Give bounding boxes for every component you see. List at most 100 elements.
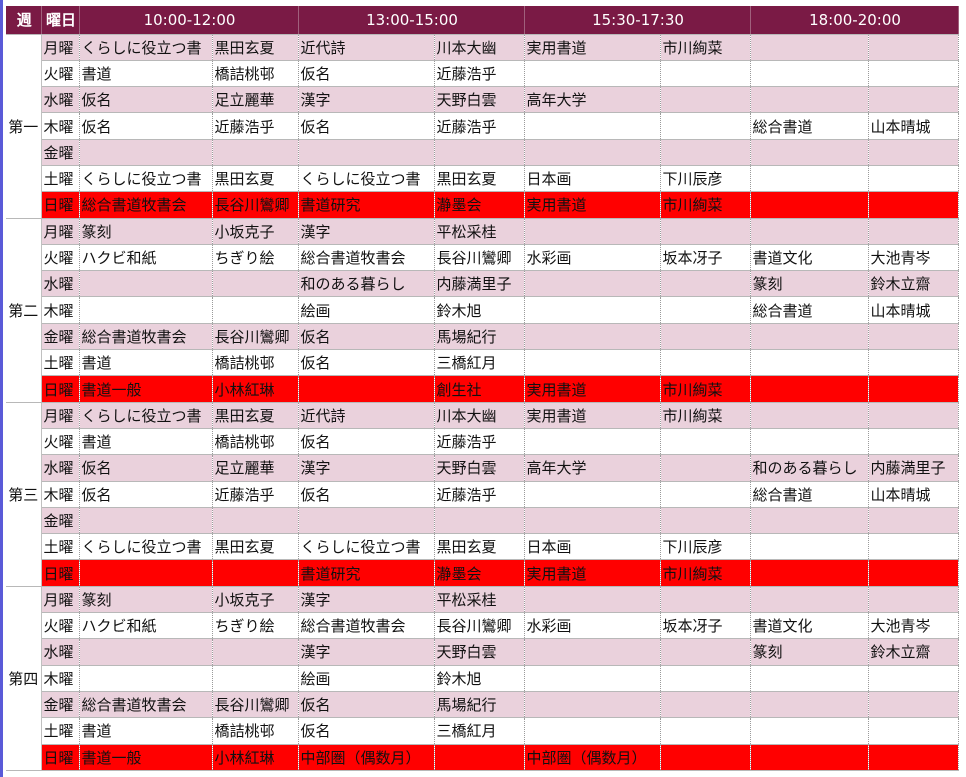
class-cell[interactable] — [750, 60, 869, 88]
class-cell[interactable] — [524, 481, 661, 508]
class-cell[interactable]: くらしに役立つ書 — [79, 402, 213, 429]
teacher-cell[interactable]: 近藤浩乎 — [434, 112, 525, 140]
day-cell[interactable]: 日曜 — [41, 559, 80, 587]
class-cell[interactable]: 書道一般 — [79, 375, 213, 403]
teacher-cell[interactable]: 近藤浩乎 — [434, 60, 525, 88]
teacher-cell[interactable] — [434, 744, 525, 771]
class-cell[interactable]: 書道 — [79, 60, 213, 88]
teacher-cell[interactable]: 平松采桂 — [434, 218, 525, 245]
teacher-cell[interactable] — [868, 665, 959, 692]
class-cell[interactable]: 漢字 — [298, 586, 435, 614]
day-cell[interactable]: 木曜 — [41, 665, 80, 692]
teacher-cell[interactable]: 市川絢菜 — [660, 402, 751, 429]
class-cell[interactable] — [298, 507, 435, 535]
class-cell[interactable] — [750, 375, 869, 403]
class-cell[interactable]: くらしに役立つ書 — [298, 165, 435, 193]
teacher-cell[interactable] — [212, 296, 299, 324]
teacher-cell[interactable]: 川本大幽 — [434, 34, 525, 61]
teacher-cell[interactable]: 橋詰桃邨 — [212, 349, 299, 377]
class-cell[interactable]: 総合書道牧書会 — [298, 244, 435, 272]
class-cell[interactable] — [750, 533, 869, 561]
class-cell[interactable]: 総合書道 — [750, 296, 869, 324]
day-cell[interactable]: 土曜 — [41, 165, 80, 193]
teacher-cell[interactable] — [660, 717, 751, 745]
teacher-cell[interactable] — [660, 665, 751, 692]
class-cell[interactable] — [750, 34, 869, 61]
teacher-cell[interactable]: 川本大幽 — [434, 402, 525, 429]
teacher-cell[interactable] — [212, 665, 299, 692]
teacher-cell[interactable]: 黒田玄夏 — [212, 34, 299, 61]
teacher-cell[interactable]: 瀞墨会 — [434, 191, 525, 219]
teacher-cell[interactable] — [868, 402, 959, 429]
class-cell[interactable]: 漢字 — [298, 638, 435, 666]
teacher-cell[interactable] — [868, 86, 959, 114]
teacher-cell[interactable] — [660, 638, 751, 666]
day-cell[interactable]: 日曜 — [41, 744, 80, 771]
class-cell[interactable]: 水彩画 — [524, 244, 661, 272]
teacher-cell[interactable]: 足立麗華 — [212, 86, 299, 114]
teacher-cell[interactable]: 大池青岑 — [868, 612, 959, 640]
teacher-cell[interactable]: 近藤浩乎 — [212, 481, 299, 508]
class-cell[interactable]: 日本画 — [524, 165, 661, 193]
teacher-cell[interactable]: 下川辰彦 — [660, 165, 751, 193]
class-cell[interactable] — [524, 665, 661, 692]
teacher-cell[interactable]: 黒田玄夏 — [434, 533, 525, 561]
teacher-cell[interactable]: 馬場紀行 — [434, 691, 525, 719]
header-slot-2[interactable]: 13:00-15:00 — [298, 6, 525, 35]
teacher-cell[interactable] — [660, 296, 751, 324]
class-cell[interactable]: 篆刻 — [79, 586, 213, 614]
class-cell[interactable]: くらしに役立つ書 — [79, 165, 213, 193]
teacher-cell[interactable]: 小林紅琳 — [212, 744, 299, 771]
teacher-cell[interactable] — [868, 691, 959, 719]
class-cell[interactable] — [750, 665, 869, 692]
class-cell[interactable] — [750, 744, 869, 771]
class-cell[interactable] — [524, 112, 661, 140]
class-cell[interactable]: 実用書道 — [524, 375, 661, 403]
teacher-cell[interactable] — [868, 218, 959, 245]
teacher-cell[interactable]: 長谷川鸞卿 — [434, 612, 525, 640]
class-cell[interactable]: 総合書道 — [750, 112, 869, 140]
header-week[interactable]: 週 — [6, 6, 42, 35]
teacher-cell[interactable] — [868, 507, 959, 535]
class-cell[interactable]: 仮名 — [298, 481, 435, 508]
class-cell[interactable]: 仮名 — [79, 86, 213, 114]
day-cell[interactable]: 水曜 — [41, 454, 80, 482]
week-label[interactable]: 第一 — [6, 34, 42, 219]
class-cell[interactable] — [79, 270, 213, 298]
class-cell[interactable]: 絵画 — [298, 665, 435, 692]
teacher-cell[interactable] — [868, 60, 959, 88]
class-cell[interactable]: 漢字 — [298, 218, 435, 245]
class-cell[interactable]: 高年大学 — [524, 86, 661, 114]
teacher-cell[interactable] — [660, 112, 751, 140]
teacher-cell[interactable]: 山本晴城 — [868, 296, 959, 324]
teacher-cell[interactable] — [868, 717, 959, 745]
teacher-cell[interactable]: 小坂克子 — [212, 586, 299, 614]
class-cell[interactable]: 中部圏（偶数月） — [298, 744, 435, 771]
class-cell[interactable]: 仮名 — [79, 454, 213, 482]
class-cell[interactable]: 篆刻 — [750, 270, 869, 298]
class-cell[interactable] — [750, 402, 869, 429]
teacher-cell[interactable] — [868, 375, 959, 403]
class-cell[interactable]: ハクビ和紙 — [79, 612, 213, 640]
class-cell[interactable] — [750, 323, 869, 351]
day-cell[interactable]: 水曜 — [41, 638, 80, 666]
teacher-cell[interactable] — [868, 165, 959, 193]
day-cell[interactable]: 金曜 — [41, 323, 80, 351]
day-cell[interactable]: 月曜 — [41, 218, 80, 245]
teacher-cell[interactable] — [660, 86, 751, 114]
class-cell[interactable]: 中部圏（偶数月） — [524, 744, 661, 771]
class-cell[interactable] — [750, 218, 869, 245]
class-cell[interactable] — [524, 218, 661, 245]
teacher-cell[interactable] — [660, 60, 751, 88]
day-cell[interactable]: 土曜 — [41, 533, 80, 561]
teacher-cell[interactable]: 長谷川鸞卿 — [212, 191, 299, 219]
day-cell[interactable]: 土曜 — [41, 349, 80, 377]
class-cell[interactable]: 書道 — [79, 349, 213, 377]
day-cell[interactable]: 金曜 — [41, 139, 80, 166]
class-cell[interactable]: 実用書道 — [524, 34, 661, 61]
teacher-cell[interactable]: 山本晴城 — [868, 481, 959, 508]
class-cell[interactable] — [524, 349, 661, 377]
class-cell[interactable] — [79, 139, 213, 166]
teacher-cell[interactable]: ちぎり絵 — [212, 612, 299, 640]
class-cell[interactable] — [79, 638, 213, 666]
